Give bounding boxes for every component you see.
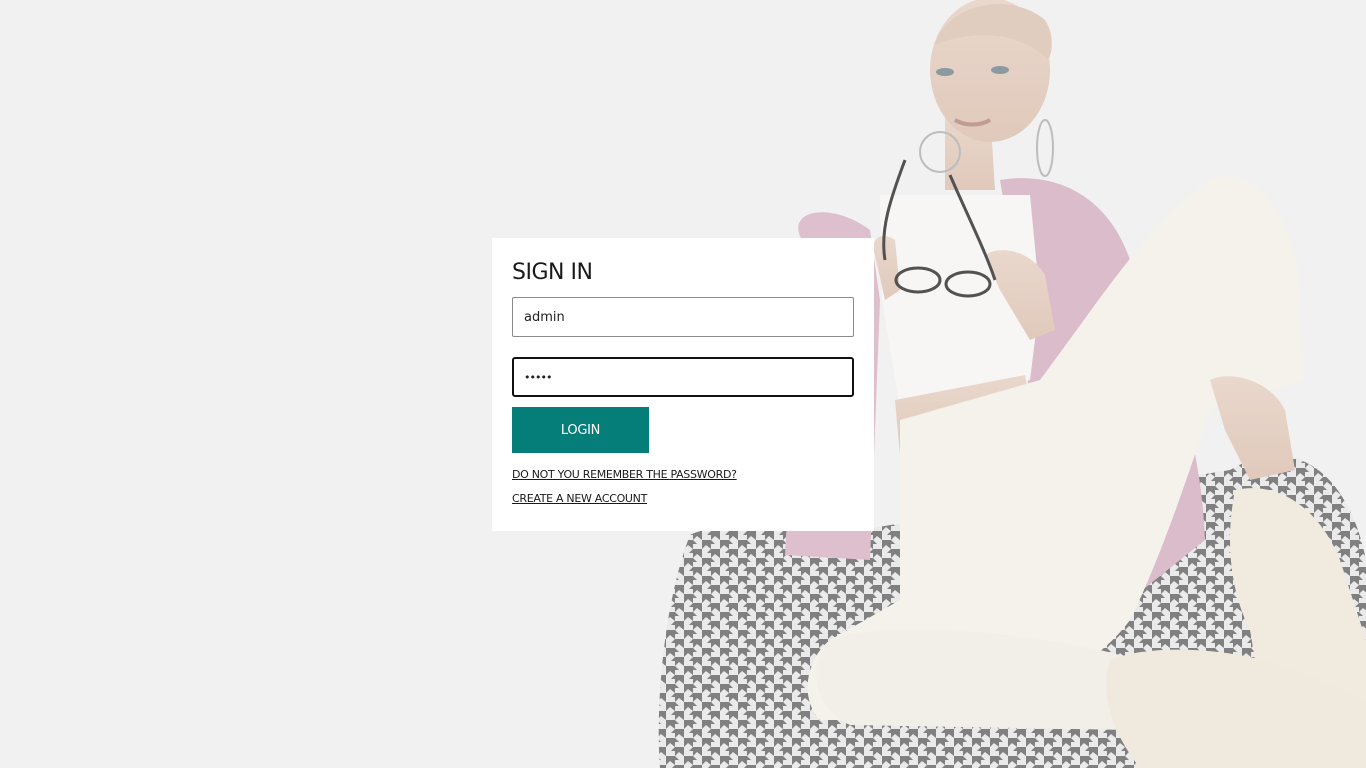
login-page: SIGN IN LOGIN DO NOT YOU REMEMBER THE PA… bbox=[0, 0, 1366, 768]
login-button[interactable]: LOGIN bbox=[512, 407, 649, 453]
password-input[interactable] bbox=[512, 357, 854, 397]
login-card: SIGN IN LOGIN DO NOT YOU REMEMBER THE PA… bbox=[492, 238, 874, 531]
forgot-password-link[interactable]: DO NOT YOU REMEMBER THE PASSWORD? bbox=[512, 467, 854, 483]
sign-in-title: SIGN IN bbox=[512, 260, 593, 285]
create-account-link[interactable]: CREATE A NEW ACCOUNT bbox=[512, 491, 854, 507]
username-input[interactable] bbox=[512, 297, 854, 337]
